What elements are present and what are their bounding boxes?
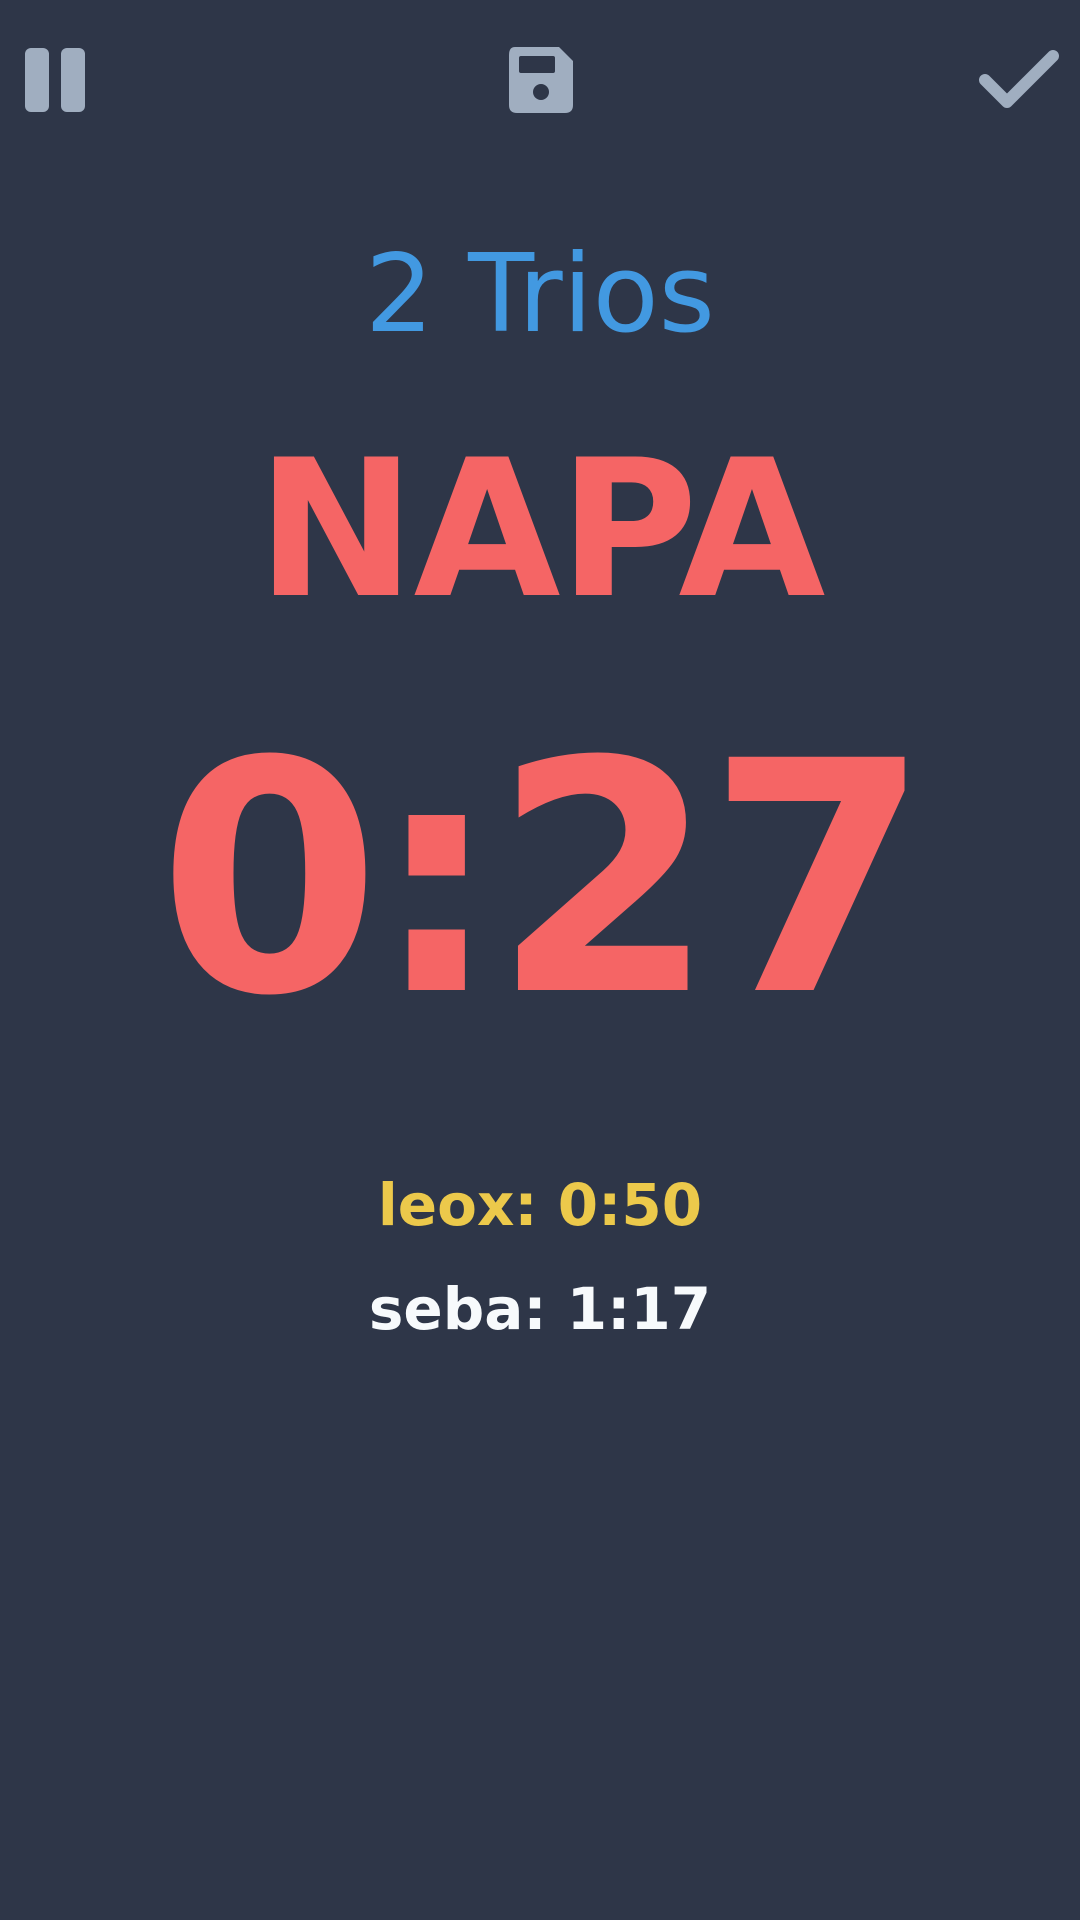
round-title: 2 Trios <box>365 232 715 357</box>
toolbar <box>0 0 1080 170</box>
done-button[interactable] <box>979 40 1059 120</box>
pause-button[interactable] <box>15 40 95 120</box>
checkmark-icon <box>979 50 1059 108</box>
player-score: seba: 1:17 <box>368 1275 712 1343</box>
pause-icon <box>25 48 85 112</box>
save-button[interactable] <box>501 40 581 120</box>
floppy-disk-icon <box>509 47 573 113</box>
countdown-timer: 0:27 <box>158 694 930 1066</box>
current-word: NAPA <box>256 419 826 640</box>
player-scores: leox: 0:50 seba: 1:17 <box>0 1170 1080 1378</box>
player-score: leox: 0:50 <box>377 1171 703 1239</box>
